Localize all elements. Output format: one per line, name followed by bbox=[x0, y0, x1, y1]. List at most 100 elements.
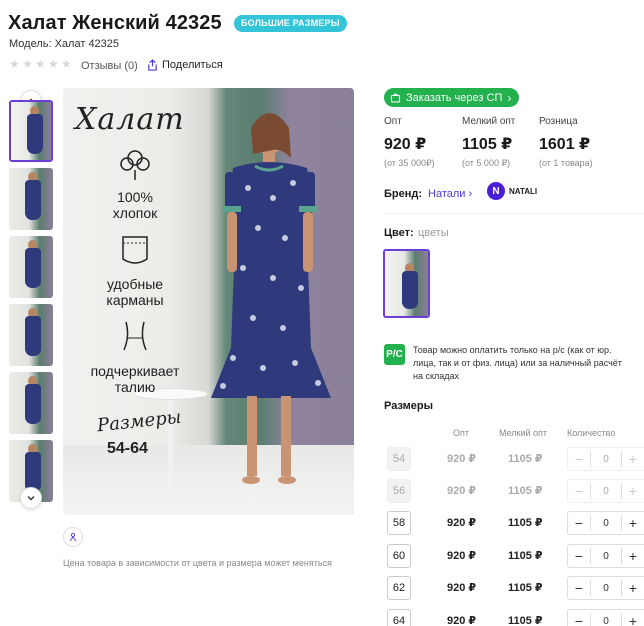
price-note: Цена товара в зависимости от цвета и раз… bbox=[63, 558, 332, 568]
minus-button[interactable]: − bbox=[568, 580, 590, 596]
quantity-input[interactable]: 0 bbox=[591, 583, 621, 594]
model-line: Модель: Халат 42325 bbox=[9, 38, 120, 50]
opt-price-cell: 920 ₽ bbox=[447, 615, 477, 626]
model-figure bbox=[211, 113, 331, 484]
minus-button[interactable]: − bbox=[568, 483, 590, 499]
size-cell: 58 bbox=[387, 511, 411, 535]
order-sp-label: Заказать через СП bbox=[406, 91, 503, 104]
thumbs-down-button[interactable] bbox=[20, 487, 42, 509]
plus-button[interactable]: + bbox=[622, 613, 644, 626]
size-cell: 62 bbox=[387, 576, 411, 600]
chevron-down-icon bbox=[27, 496, 35, 501]
minus-button[interactable]: − bbox=[568, 613, 590, 626]
brand-logo-text: NATALI bbox=[509, 186, 538, 196]
cotton-icon bbox=[120, 150, 150, 180]
color-label: Цвет: bbox=[384, 227, 414, 239]
size-cell: 60 bbox=[387, 544, 411, 568]
small-opt-price-cell: 1105 ₽ bbox=[508, 582, 543, 594]
quantity-stepper[interactable]: −0 + bbox=[567, 479, 644, 503]
brand-label: Бренд: bbox=[384, 188, 423, 200]
feature-pockets: удобные карманы bbox=[85, 233, 185, 308]
size-row: 64 920 ₽ 1105 ₽ −0 + bbox=[387, 609, 644, 626]
brand-logo[interactable]: N NATALI bbox=[487, 182, 537, 200]
brand-link[interactable]: Натали › bbox=[428, 188, 472, 200]
sizes-heading: Размеры bbox=[384, 400, 434, 412]
quantity-stepper[interactable]: −0 + bbox=[567, 511, 644, 535]
quantity-input[interactable]: 0 bbox=[591, 454, 621, 465]
size-cell: 56 bbox=[387, 479, 411, 503]
small-opt-price-cell: 1105 ₽ bbox=[508, 615, 543, 626]
small-opt-price-cell: 1105 ₽ bbox=[508, 453, 543, 465]
size-row: 56 920 ₽ 1105 ₽ −0 + bbox=[387, 479, 644, 503]
plus-button[interactable]: + bbox=[622, 483, 644, 499]
quantity-stepper[interactable]: −0 + bbox=[567, 576, 644, 600]
opt-price-cell: 920 ₽ bbox=[447, 550, 477, 562]
price-retail: Розница 1601 ₽ (от 1 товара) bbox=[539, 116, 593, 168]
thumbnail-strip bbox=[9, 90, 54, 510]
size-badge: БОЛЬШИЕ РАЗМЕРЫ bbox=[234, 15, 347, 32]
feature-cotton: 100% хлопок bbox=[85, 146, 185, 221]
quantity-input[interactable]: 0 bbox=[591, 518, 621, 529]
pocket-icon bbox=[122, 236, 148, 264]
star-icon: ★ bbox=[48, 57, 59, 71]
divider bbox=[384, 213, 644, 214]
thumbnail[interactable] bbox=[9, 236, 53, 298]
brand-logo-icon: N bbox=[487, 182, 505, 200]
size-row: 62 920 ₽ 1105 ₽ −0 + bbox=[387, 576, 644, 600]
thumbnail[interactable] bbox=[9, 372, 53, 434]
quantity-stepper[interactable]: −0 + bbox=[567, 609, 644, 626]
plus-button[interactable]: + bbox=[622, 451, 644, 467]
bag-icon bbox=[390, 93, 401, 103]
column-header-quantity: Количество bbox=[567, 428, 616, 438]
rating-stars: ★ ★ ★ ★ ★ bbox=[9, 57, 72, 71]
minus-button[interactable]: − bbox=[568, 451, 590, 467]
zoom-button[interactable] bbox=[63, 527, 83, 547]
minus-button[interactable]: − bbox=[568, 548, 590, 564]
small-opt-price-cell: 1105 ₽ bbox=[508, 485, 543, 497]
plus-button[interactable]: + bbox=[622, 580, 644, 596]
thumbnail[interactable] bbox=[9, 304, 53, 366]
size-row: 54 920 ₽ 1105 ₽ −0 + bbox=[387, 447, 644, 471]
small-opt-price-cell: 1105 ₽ bbox=[508, 550, 543, 562]
photo-sizes-range: 54-64 bbox=[107, 440, 148, 457]
payment-note: Товар можно оплатить только на р/с (как … bbox=[413, 345, 622, 381]
small-opt-price-cell: 1105 ₽ bbox=[508, 517, 543, 529]
star-icon: ★ bbox=[9, 57, 20, 71]
quantity-stepper[interactable]: −0 + bbox=[567, 447, 644, 471]
opt-price-cell: 920 ₽ bbox=[447, 485, 477, 497]
size-cell: 64 bbox=[387, 609, 411, 626]
order-sp-button[interactable]: Заказать через СП › bbox=[384, 88, 520, 107]
thumbnail[interactable] bbox=[9, 168, 53, 230]
column-header-opt: Опт bbox=[453, 428, 469, 438]
chevron-right-icon: › bbox=[507, 90, 512, 105]
star-icon: ★ bbox=[22, 57, 33, 71]
share-icon bbox=[148, 59, 157, 71]
column-header-small-opt: Мелкий опт bbox=[499, 428, 548, 438]
thumbnail[interactable] bbox=[9, 100, 53, 162]
minus-button[interactable]: − bbox=[568, 515, 590, 531]
reviews-link[interactable]: Отзывы (0) bbox=[81, 60, 138, 72]
quantity-input[interactable]: 0 bbox=[591, 486, 621, 497]
plus-button[interactable]: + bbox=[622, 515, 644, 531]
quantity-input[interactable]: 0 bbox=[591, 616, 621, 626]
star-icon: ★ bbox=[35, 57, 46, 71]
size-row: 58 920 ₽ 1105 ₽ −0 + bbox=[387, 511, 644, 535]
main-photo[interactable]: Халат 100% хлопок удобные карманы подчер… bbox=[63, 88, 354, 515]
color-swatch[interactable] bbox=[383, 249, 430, 318]
star-icon: ★ bbox=[61, 57, 72, 71]
share-label: Поделиться bbox=[162, 59, 223, 71]
photo-title: Халат bbox=[75, 102, 185, 137]
plus-button[interactable]: + bbox=[622, 548, 644, 564]
quantity-input[interactable]: 0 bbox=[591, 551, 621, 562]
waist-icon bbox=[123, 321, 147, 351]
bank-transfer-icon: Р/С bbox=[384, 344, 405, 365]
share-button[interactable]: Поделиться bbox=[147, 59, 223, 71]
size-row: 60 920 ₽ 1105 ₽ −0 + bbox=[387, 544, 644, 568]
opt-price-cell: 920 ₽ bbox=[447, 453, 477, 465]
quantity-stepper[interactable]: −0 + bbox=[567, 544, 644, 568]
person-icon bbox=[69, 532, 77, 542]
opt-price-cell: 920 ₽ bbox=[447, 582, 477, 594]
product-title: Халат Женский 42325 bbox=[8, 12, 222, 34]
feature-waist: подчеркивает талию bbox=[75, 320, 195, 395]
price-opt: Опт 920 ₽ (от 35 000₽) bbox=[384, 116, 435, 168]
